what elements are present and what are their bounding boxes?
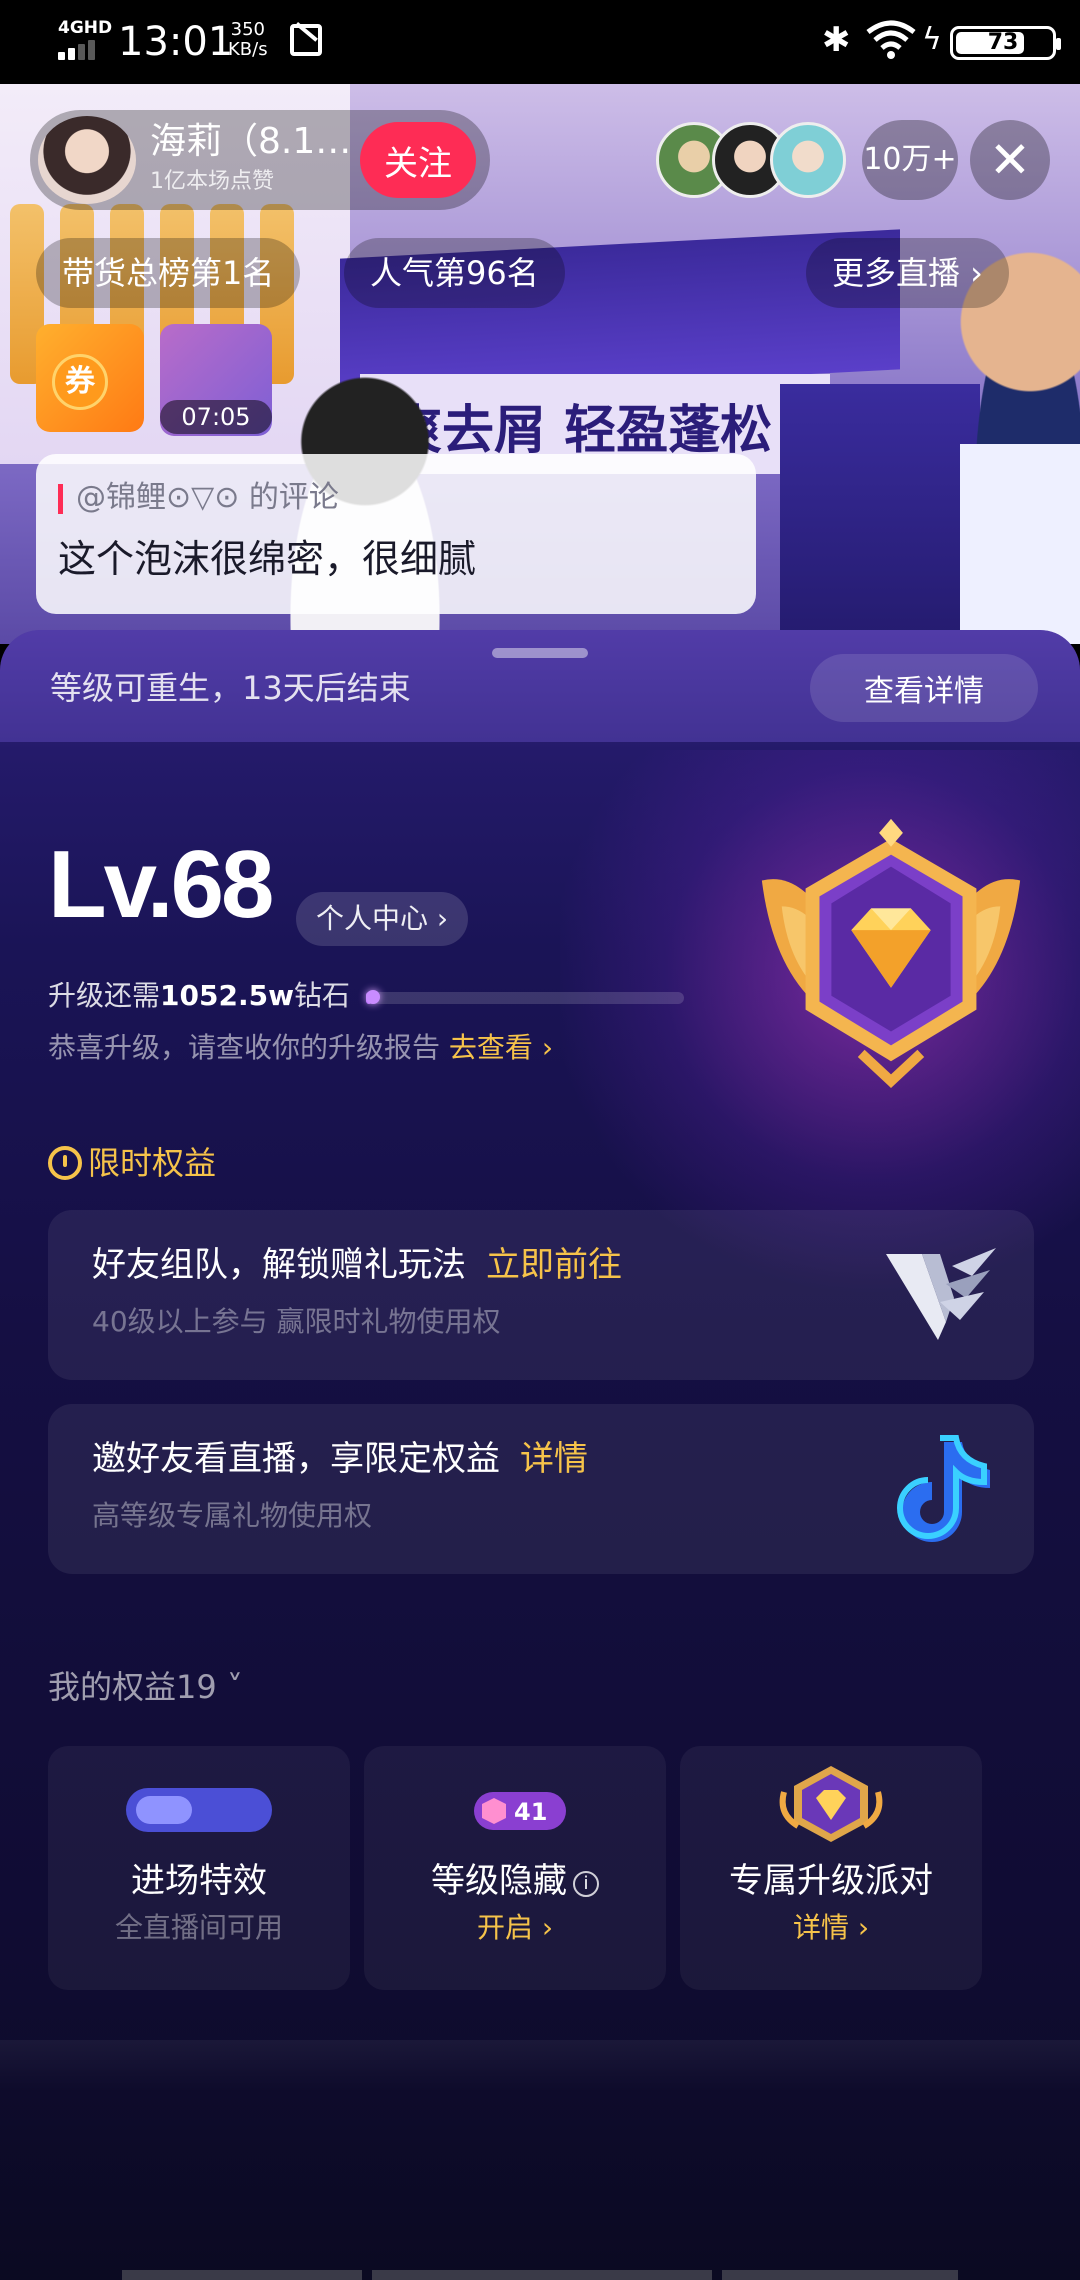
card-title-text: 好友组队，解锁赠礼玩法 xyxy=(92,1245,466,1285)
video-sign xyxy=(960,444,1080,644)
go-now-link[interactable]: 立即前往 xyxy=(486,1245,622,1285)
level-sheet: 等级可重生，13天后结束 查看详情 Lv.68 个人中心 › 升级还需1052.… xyxy=(0,630,1080,2280)
video-shelves xyxy=(780,384,980,644)
level-tag-icon: 41 xyxy=(474,1792,566,1830)
net-speed: 350 KB/s xyxy=(228,20,268,60)
congrats-text: 恭喜升级，请查收你的升级报告 xyxy=(48,1031,441,1064)
nav-indicator xyxy=(372,2270,712,2280)
chevron-down-icon: ˅ xyxy=(216,1668,243,1706)
level-badge-icon xyxy=(761,818,1021,1088)
card-title: 邀好友看直播，享限定权益 详情 xyxy=(92,1434,588,1484)
benefit-title: 专属升级派对 xyxy=(729,1861,933,1901)
gift-timer: 07:05 xyxy=(160,400,272,434)
card-title: 好友组队，解锁赠礼玩法 立即前往 xyxy=(92,1240,622,1290)
info-icon[interactable]: i xyxy=(573,1871,599,1897)
upgrade-amount: 1052.5w xyxy=(160,979,294,1012)
upgrade-prefix: 升级还需 xyxy=(48,979,161,1012)
viewer-avatar[interactable] xyxy=(770,122,846,198)
clock: 13:01 xyxy=(118,19,234,65)
card-subtitle: 高等级专属礼物使用权 xyxy=(92,1499,373,1532)
my-rights-text: 我的权益19 xyxy=(48,1668,217,1706)
comment-text: 这个泡沫很绵密，很细腻 xyxy=(58,537,477,581)
alarm-clock-icon xyxy=(48,1146,82,1180)
upgrade-requirement: 升级还需1052.5w钻石 xyxy=(48,976,350,1016)
music-note-icon xyxy=(897,1435,990,1542)
benefit-title-text: 等级隐藏 xyxy=(431,1861,567,1901)
party-badge-icon xyxy=(779,1766,883,1842)
sheet-drag-handle[interactable] xyxy=(492,648,588,658)
card-subtitle: 40级以上参与 赢限时礼物使用权 xyxy=(92,1305,501,1338)
viewer-count[interactable]: 10万+ xyxy=(862,120,958,200)
popularity-rank-chip[interactable]: 人气第96名 xyxy=(344,238,565,308)
level-value: Lv.68 xyxy=(48,831,274,938)
level-progress-bar xyxy=(366,992,684,1004)
host-name: 海莉（8.1… xyxy=(150,121,352,162)
view-report-link[interactable]: 去查看 › xyxy=(449,1031,553,1064)
team-up-card[interactable]: 好友组队，解锁赠礼玩法 立即前往 40级以上参与 赢限时礼物使用权 xyxy=(48,1210,1034,1380)
coupon-button[interactable]: 券 xyxy=(36,324,144,432)
personal-center-button[interactable]: 个人中心 › xyxy=(296,892,469,946)
nav-indicator xyxy=(122,2270,362,2280)
my-rights-toggle[interactable]: 我的权益19 ˅ xyxy=(48,1664,243,1710)
benefit-title: 等级隐藏 i xyxy=(364,1856,666,1906)
nav-indicator xyxy=(722,2270,958,2280)
comment-author: @锦鲤⊙▽⊙ 的评论 xyxy=(76,480,339,515)
charging-icon: ϟ xyxy=(922,22,942,57)
net-speed-value: 350 xyxy=(230,19,265,40)
card-title-text: 邀好友看直播，享限定权益 xyxy=(92,1439,500,1479)
view-details-button[interactable]: 查看详情 xyxy=(810,654,1038,722)
net-speed-unit: KB/s xyxy=(228,39,268,60)
benefit-level-hide[interactable]: 41 等级隐藏 i 开启 › xyxy=(364,1746,666,1990)
benefit-subtitle: 全直播间可用 xyxy=(114,1911,283,1944)
battery-icon: 73 xyxy=(950,26,1061,60)
limited-title-text: 限时权益 xyxy=(88,1144,217,1182)
sales-rank-chip[interactable]: 带货总榜第1名 xyxy=(36,238,301,308)
benefit-upgrade-party[interactable]: 专属升级派对 详情 › xyxy=(680,1746,982,1990)
more-live-chip[interactable]: 更多直播 › xyxy=(806,238,1009,308)
congrats-line: 恭喜升级，请查收你的升级报告 去查看 › xyxy=(48,1026,553,1070)
invite-friends-card[interactable]: 邀好友看直播，享限定权益 详情 高等级专属礼物使用权 xyxy=(48,1404,1034,1574)
screen-record-icon xyxy=(290,24,322,56)
level-progress-dot xyxy=(366,990,380,1004)
comment-accent xyxy=(58,484,63,514)
rebirth-text: 等级可重生，13天后结束 xyxy=(50,669,411,707)
benefit-entry-effect[interactable]: 进场特效 全直播间可用 xyxy=(48,1746,350,1990)
status-bar: 4GHD 13:01 350 KB/s ✱ ϟ 73 xyxy=(0,0,1080,84)
details-link[interactable]: 详情 xyxy=(520,1439,588,1479)
toggle-effect-icon xyxy=(126,1788,272,1832)
sheet-bottom-divider xyxy=(0,2040,1080,2090)
host-likes: 1亿本场点赞 xyxy=(150,169,274,194)
v-logo-icon xyxy=(886,1248,996,1340)
follow-button[interactable]: 关注 xyxy=(360,122,476,198)
wifi-icon xyxy=(866,20,916,59)
benefit-title: 进场特效 xyxy=(131,1861,267,1901)
bluetooth-icon: ✱ xyxy=(822,20,851,60)
enable-link[interactable]: 开启 › xyxy=(364,1908,666,1948)
close-icon[interactable]: ✕ xyxy=(970,120,1050,200)
avatar[interactable] xyxy=(38,116,136,204)
signal-icon xyxy=(58,40,102,60)
svg-text:41: 41 xyxy=(514,1798,547,1826)
details-link[interactable]: 详情 › xyxy=(680,1908,982,1948)
limited-benefits-title: 限时权益 xyxy=(48,1140,216,1186)
network-type: 4GHD xyxy=(58,18,113,38)
battery-level: 73 xyxy=(987,30,1019,55)
coupon-icon: 券 xyxy=(52,354,108,410)
upgrade-suffix: 钻石 xyxy=(293,979,350,1012)
